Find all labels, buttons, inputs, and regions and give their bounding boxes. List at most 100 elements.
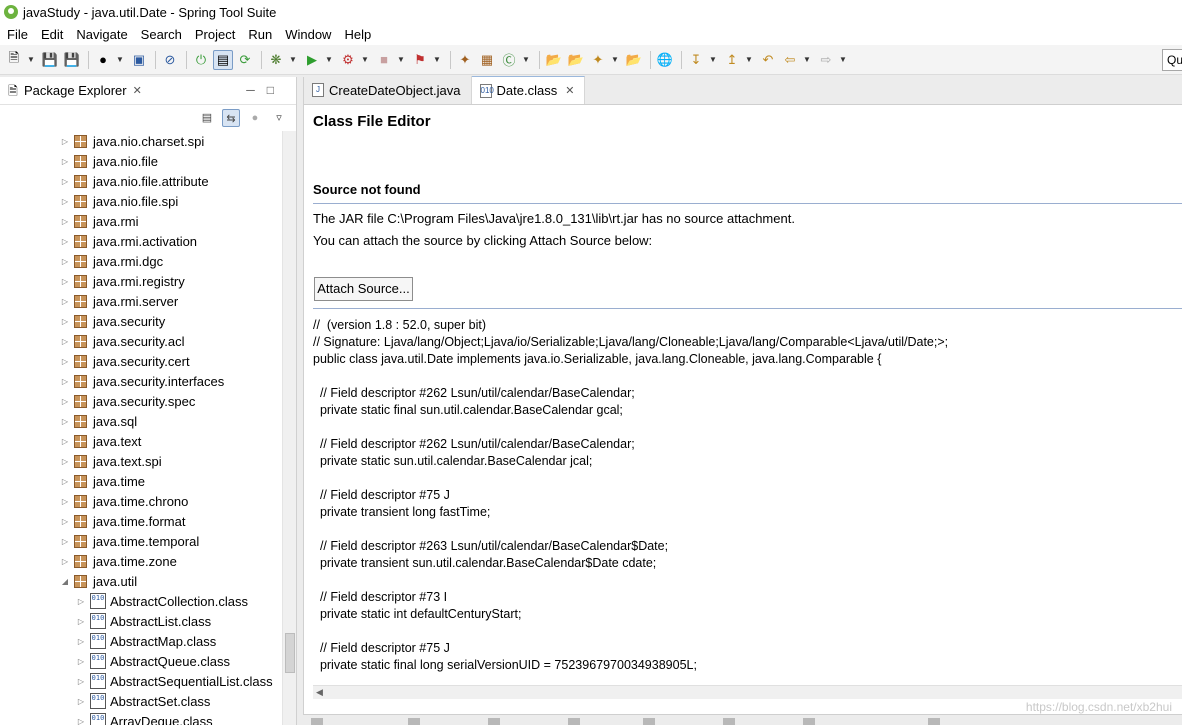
tree-package-row[interactable]: ▷ java.nio.file <box>0 151 282 171</box>
tree-package-row[interactable]: ▷ java.security.spec <box>0 391 282 411</box>
menu-run[interactable]: Run <box>243 24 277 45</box>
tree-class-row[interactable]: ▷ 010 ArrayDeque.class <box>0 711 282 725</box>
collapsed-arrow-icon[interactable]: ▷ <box>76 697 86 706</box>
tree-package-row[interactable]: ▷ java.security <box>0 311 282 331</box>
collapsed-arrow-icon[interactable]: ▷ <box>60 237 70 246</box>
next-annotation-icon[interactable]: ↧ <box>686 50 706 70</box>
tree-package-row[interactable]: ▷ java.security.acl <box>0 331 282 351</box>
collapsed-arrow-icon[interactable]: ▷ <box>60 317 70 326</box>
open-folder-icon[interactable]: 📂 <box>624 50 644 70</box>
collapsed-arrow-icon[interactable]: ▷ <box>60 417 70 426</box>
tasks-tab-icon[interactable] <box>928 718 940 725</box>
new-dropdown-icon[interactable]: ▼ <box>26 50 36 70</box>
debug-dropdown-icon[interactable]: ▼ <box>288 50 298 70</box>
tree-package-row[interactable]: ▷ java.rmi.server <box>0 291 282 311</box>
tree-package-row[interactable]: ▷ java.time.temporal <box>0 531 282 551</box>
search-icon[interactable]: ✦ <box>588 50 608 70</box>
collapsed-arrow-icon[interactable]: ▷ <box>76 637 86 646</box>
close-icon[interactable]: ✕ <box>133 84 142 97</box>
package-tree-scrollbar[interactable] <box>282 131 296 725</box>
collapsed-arrow-icon[interactable]: ▷ <box>60 557 70 566</box>
declaration-tab-icon[interactable] <box>568 718 580 725</box>
expanded-arrow-icon[interactable]: ◢ <box>60 577 70 586</box>
tree-package-row[interactable]: ▷ java.time.chrono <box>0 491 282 511</box>
menu-help[interactable]: Help <box>339 24 376 45</box>
toggle-mark-occurrences-icon[interactable]: ▤ <box>213 49 233 70</box>
collapsed-arrow-icon[interactable]: ▷ <box>60 257 70 266</box>
collapsed-arrow-icon[interactable]: ▷ <box>60 397 70 406</box>
problems-tab-icon[interactable] <box>408 718 420 725</box>
menu-navigate[interactable]: Navigate <box>71 24 132 45</box>
tree-package-row[interactable]: ▷ java.rmi.activation <box>0 231 282 251</box>
console-icon[interactable]: ▣ <box>129 50 149 70</box>
tree-package-row[interactable]: ▷ java.security.interfaces <box>0 371 282 391</box>
back-dropdown-icon[interactable]: ▼ <box>802 50 812 70</box>
tree-package-row[interactable]: ▷ java.rmi.dgc <box>0 251 282 271</box>
quick-access-input[interactable]: Qu <box>1162 49 1182 71</box>
collapsed-arrow-icon[interactable]: ▷ <box>60 497 70 506</box>
view-menu-icon[interactable]: ▿ <box>270 109 288 127</box>
tree-package-row[interactable]: ▷ java.rmi.registry <box>0 271 282 291</box>
collapsed-arrow-icon[interactable]: ▷ <box>60 277 70 286</box>
tree-package-row[interactable]: ▷ java.time.format <box>0 511 282 531</box>
profile-icon[interactable]: ● <box>93 50 113 70</box>
profile-dropdown-icon[interactable]: ▼ <box>115 50 125 70</box>
tree-class-row[interactable]: ▷ 010 AbstractSequentialList.class <box>0 671 282 691</box>
tree-package-row[interactable]: ▷ java.nio.file.spi <box>0 191 282 211</box>
tree-package-row[interactable]: ▷ java.text <box>0 431 282 451</box>
new-package-icon[interactable]: ▦ <box>477 50 497 70</box>
minimize-maximize-controls[interactable]: ─□ <box>246 83 286 97</box>
close-icon[interactable]: ✕ <box>565 84 574 97</box>
collapsed-arrow-icon[interactable]: ▷ <box>60 297 70 306</box>
globe-icon[interactable]: 🌐 <box>655 50 675 70</box>
collapsed-arrow-icon[interactable]: ▷ <box>60 217 70 226</box>
debug-icon[interactable]: ❋ <box>266 50 286 70</box>
new-class-icon[interactable]: Ⓒ <box>499 50 519 70</box>
servers-tab-icon[interactable] <box>723 718 735 725</box>
open-task-icon[interactable]: 📂 <box>566 50 586 70</box>
collapsed-arrow-icon[interactable]: ▷ <box>60 457 70 466</box>
menu-edit[interactable]: Edit <box>36 24 68 45</box>
previous-annotation-dropdown-icon[interactable]: ▼ <box>744 50 754 70</box>
tree-class-row[interactable]: ▷ 010 AbstractMap.class <box>0 631 282 651</box>
collapsed-arrow-icon[interactable]: ▷ <box>60 517 70 526</box>
save-all-icon[interactable]: 💾 <box>62 50 82 70</box>
tab-create-date-object[interactable]: J CreateDateObject.java <box>304 76 472 104</box>
boot-dashboard-icon[interactable]: ⏻ <box>191 50 211 70</box>
collapsed-arrow-icon[interactable]: ▷ <box>60 537 70 546</box>
forward-icon[interactable]: ⇨ <box>816 50 836 70</box>
new-class-dropdown-icon[interactable]: ▼ <box>521 50 531 70</box>
tab-date-class[interactable]: 010 Date.class ✕ <box>471 76 586 104</box>
refresh-icon[interactable]: ⟳ <box>235 50 255 70</box>
next-annotation-dropdown-icon[interactable]: ▼ <box>708 50 718 70</box>
focus-icon[interactable]: ● <box>246 109 264 127</box>
search-dropdown-icon[interactable]: ▼ <box>610 50 620 70</box>
deploy-dropdown-icon[interactable]: ▼ <box>432 50 442 70</box>
tree-package-row[interactable]: ▷ java.time <box>0 471 282 491</box>
editor-horizontal-scrollbar[interactable]: ◀ <box>313 685 1182 699</box>
skip-breakpoints-icon[interactable]: ⊘ <box>160 50 180 70</box>
tree-package-row[interactable]: ▷ java.security.cert <box>0 351 282 371</box>
run-icon[interactable]: ▶ <box>302 50 322 70</box>
collapsed-arrow-icon[interactable]: ▷ <box>60 477 70 486</box>
external-tools-dropdown-icon[interactable]: ▼ <box>360 50 370 70</box>
stop-icon[interactable]: ■ <box>374 50 394 70</box>
open-type-icon[interactable]: 📂 <box>544 50 564 70</box>
boot-dashboard-tab-icon[interactable] <box>803 718 815 725</box>
new-icon[interactable]: 🗎 <box>4 50 24 70</box>
run-dropdown-icon[interactable]: ▼ <box>324 50 334 70</box>
collapsed-arrow-icon[interactable]: ▷ <box>76 617 86 626</box>
collapsed-arrow-icon[interactable]: ▷ <box>76 717 86 725</box>
tab-package-explorer[interactable]: 🗎 Package Explorer ✕ <box>0 77 150 105</box>
console-tab-icon[interactable] <box>311 718 323 725</box>
collapsed-arrow-icon[interactable]: ▷ <box>60 357 70 366</box>
collapsed-arrow-icon[interactable]: ▷ <box>60 197 70 206</box>
menu-search[interactable]: Search <box>136 24 187 45</box>
previous-annotation-icon[interactable]: ↥ <box>722 50 742 70</box>
deploy-icon[interactable]: ⚑ <box>410 50 430 70</box>
stop-dropdown-icon[interactable]: ▼ <box>396 50 406 70</box>
tree-class-row[interactable]: ▷ 010 AbstractSet.class <box>0 691 282 711</box>
tree-package-row[interactable]: ▷ java.time.zone <box>0 551 282 571</box>
tree-package-row[interactable]: ▷ java.text.spi <box>0 451 282 471</box>
new-java-project-icon[interactable]: ✦ <box>455 50 475 70</box>
